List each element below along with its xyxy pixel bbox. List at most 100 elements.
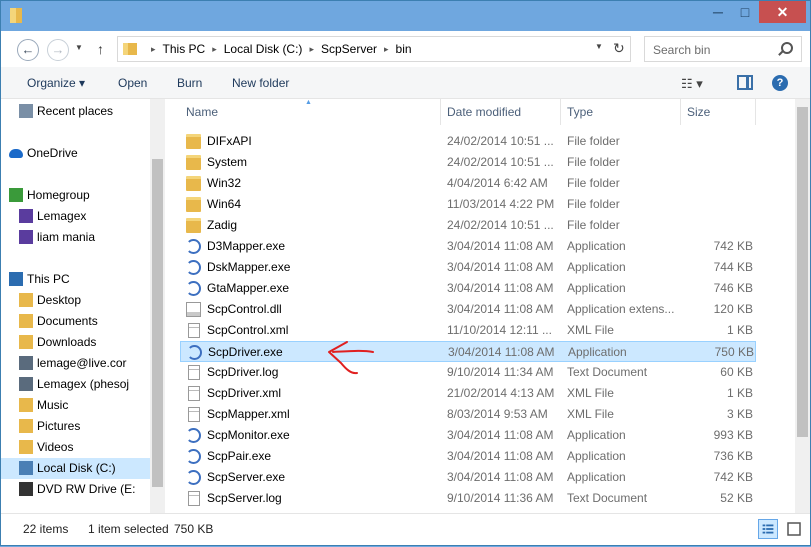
title-bar[interactable]: ─ □ ✕ (1, 1, 810, 31)
nav-item[interactable]: Lemagex (1, 206, 150, 227)
file-row[interactable]: ScpServer.log 9/10/2014 11:36 AM Text Docu… (180, 488, 756, 509)
recent-locations-dropdown-icon[interactable]: ▼ (75, 43, 83, 52)
folder-icon (10, 8, 22, 23)
refresh-icon[interactable]: ↻ (613, 40, 625, 57)
address-bar[interactable]: ▸ This PC ▸ Local Disk (C:) ▸ ScpServer ▸ bin ▼… (117, 36, 631, 62)
nav-item-label: Desktop (37, 293, 82, 307)
nav-item[interactable]: Videos (1, 437, 150, 458)
file-row[interactable]: Zadig 24/02/2014 10:51 ... File folder (180, 215, 756, 236)
file-list-scrollbar[interactable] (795, 99, 810, 513)
breadcrumb-item[interactable]: This PC (163, 42, 206, 56)
preview-pane-icon[interactable] (737, 75, 753, 90)
search-icon (781, 42, 793, 54)
file-list-scrollbar-thumb[interactable] (797, 107, 808, 437)
breadcrumb-separator-icon[interactable]: ▸ (309, 44, 314, 55)
file-row[interactable]: ScpDriver.log 9/10/2014 11:34 AM Text Docu… (180, 362, 756, 383)
back-button[interactable]: ← (17, 39, 39, 61)
document-icon (188, 365, 200, 380)
file-row[interactable]: ScpControl.xml 11/10/2014 12:11 ... XML Fi… (180, 320, 756, 341)
application-icon (186, 470, 201, 485)
breadcrumb-item[interactable]: bin (396, 42, 412, 56)
new-folder-button[interactable]: New folder (232, 76, 289, 90)
file-type: File folder (567, 134, 620, 148)
nav-item-label: OneDrive (27, 146, 78, 160)
breadcrumb-separator-icon[interactable]: ▸ (212, 44, 217, 55)
nav-item[interactable]: Pictures (1, 416, 150, 437)
file-row[interactable]: Win64 11/03/2014 4:22 PM File folder (180, 194, 756, 215)
close-button[interactable]: ✕ (759, 1, 806, 23)
change-view-button[interactable]: ☷ ▾ (681, 76, 703, 92)
file-size: 120 KB (713, 302, 753, 316)
file-name: D3Mapper.exe (207, 239, 286, 253)
command-bar: Organize ▾ Open Burn New folder ☷ ▾ ? (1, 67, 810, 99)
folder-icon (123, 43, 137, 55)
file-type: Application (567, 260, 626, 274)
file-row[interactable]: DIFxAPI 24/02/2014 10:51 ... File folder (180, 131, 756, 152)
file-row[interactable]: ScpDriver.xml 21/02/2014 4:13 AM XML File 1… (180, 383, 756, 404)
file-list: Name ▲ Date modified Type Size DIFxAPI 24… (165, 99, 810, 513)
address-dropdown-icon[interactable]: ▼ (595, 42, 603, 51)
file-date: 3/04/2014 11:08 AM (447, 281, 554, 295)
nav-item[interactable]: liam mania (1, 227, 150, 248)
file-row[interactable]: ScpPair.exe 3/04/2014 11:08 AM Application… (180, 446, 756, 467)
selection-count: 1 item selected (88, 522, 169, 536)
maximize-button[interactable]: □ (732, 1, 758, 23)
burn-button[interactable]: Burn (177, 76, 202, 90)
file-row[interactable]: ScpMapper.xml 8/03/2014 9:53 AM XML File 3 … (180, 404, 756, 425)
file-row[interactable]: Win32 4/04/2014 6:42 AM File folder (180, 173, 756, 194)
column-size[interactable]: Size (681, 99, 756, 125)
breadcrumb: ▸ This PC ▸ Local Disk (C:) ▸ ScpServer ▸ bin (144, 37, 412, 61)
forward-button[interactable]: → (47, 39, 69, 61)
details-view-icon[interactable] (758, 519, 778, 539)
organize-button[interactable]: Organize ▾ (27, 76, 85, 90)
file-date: 4/04/2014 6:42 AM (447, 176, 548, 190)
search-input[interactable]: Search bin (644, 36, 802, 62)
file-type: Application (568, 345, 627, 359)
nav-item[interactable]: OneDrive (1, 143, 150, 164)
nav-item[interactable]: Local Disk (C:) (1, 458, 150, 479)
file-row[interactable]: D3Mapper.exe 3/04/2014 11:08 AM Applicatio… (180, 236, 756, 257)
up-arrow-icon[interactable]: ↑ (97, 41, 104, 57)
file-row[interactable]: ScpServer.exe 3/04/2014 11:08 AM Applicati… (180, 467, 756, 488)
nav-item[interactable]: Downloads (1, 332, 150, 353)
large-icons-view-icon[interactable] (784, 519, 804, 539)
file-size: 1 KB (726, 386, 753, 400)
nav-item[interactable]: Lemagex (phesoj (1, 374, 150, 395)
nav-item[interactable]: Music (1, 395, 150, 416)
user-icon (19, 209, 33, 223)
file-date: 9/10/2014 11:34 AM (447, 365, 554, 379)
file-row[interactable]: ScpControl.dll 3/04/2014 11:08 AM Applicat… (180, 299, 756, 320)
column-date-modified[interactable]: Date modified (441, 99, 561, 125)
file-type: File folder (567, 218, 620, 232)
open-button[interactable]: Open (118, 76, 147, 90)
status-bar: 22 items 1 item selected 750 KB (1, 513, 810, 545)
nav-item-label: Documents (37, 314, 98, 328)
file-size: 744 KB (713, 260, 753, 274)
file-type: File folder (567, 155, 620, 169)
breadcrumb-item[interactable]: Local Disk (C:) (224, 42, 303, 56)
file-type: Text Document (567, 365, 648, 379)
nav-item[interactable]: Documents (1, 311, 150, 332)
help-icon[interactable]: ? (772, 75, 788, 91)
nav-item[interactable]: Homegroup (1, 185, 150, 206)
application-icon (186, 260, 201, 275)
minimize-button[interactable]: ─ (705, 1, 731, 23)
nav-item[interactable]: This PC (1, 269, 150, 290)
nav-item[interactable]: Recent places (1, 101, 150, 122)
file-row[interactable]: System 24/02/2014 10:51 ... File folder (180, 152, 756, 173)
nav-item[interactable]: Desktop (1, 290, 150, 311)
file-size: 1 KB (726, 323, 753, 337)
nav-item-label: Recent places (37, 104, 114, 118)
file-row[interactable]: DskMapper.exe 3/04/2014 11:08 AM Applicati… (180, 257, 756, 278)
breadcrumb-separator-icon[interactable]: ▸ (151, 44, 156, 55)
breadcrumb-item[interactable]: ScpServer (321, 42, 377, 56)
file-row[interactable]: GtaMapper.exe 3/04/2014 11:08 AM Applicati… (180, 278, 756, 299)
nav-scrollbar-thumb[interactable] (152, 159, 163, 487)
nav-item[interactable]: DVD RW Drive (E: (1, 479, 150, 500)
column-type[interactable]: Type (561, 99, 681, 125)
nav-item[interactable]: lemage@live.cor (1, 353, 150, 374)
file-row[interactable]: ScpDriver.exe 3/04/2014 11:08 AM Applicati… (180, 341, 756, 362)
file-row[interactable]: ScpMonitor.exe 3/04/2014 11:08 AM Applicat… (180, 425, 756, 446)
breadcrumb-separator-icon[interactable]: ▸ (384, 44, 389, 55)
nav-scrollbar[interactable] (150, 99, 165, 513)
